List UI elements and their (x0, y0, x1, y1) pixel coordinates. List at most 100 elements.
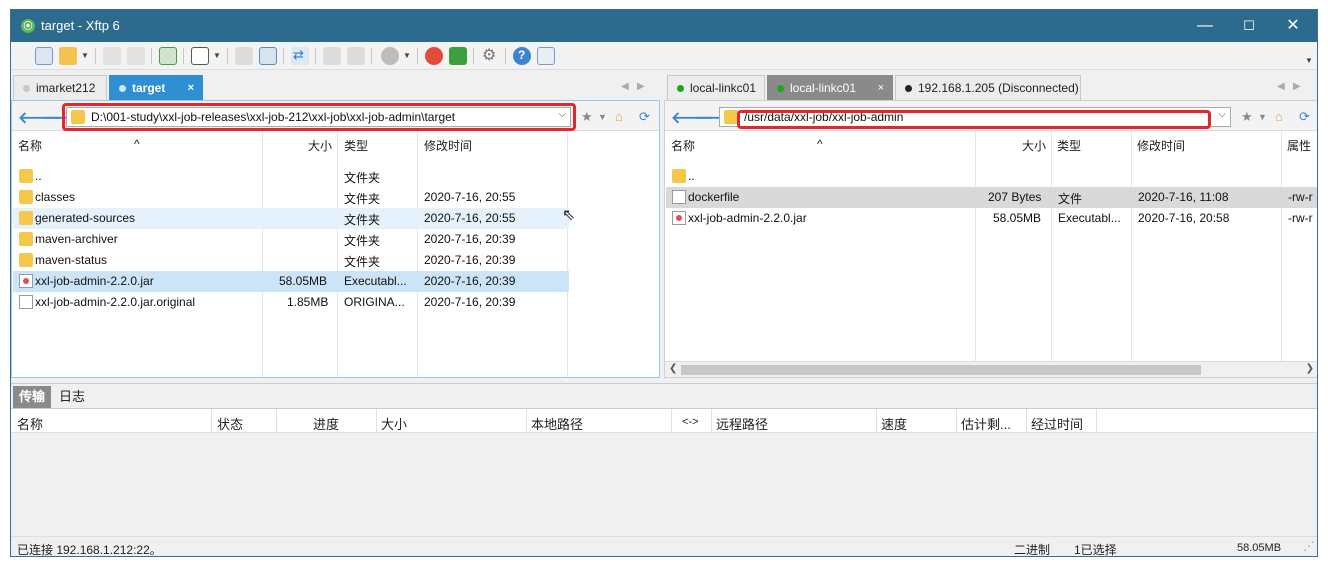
disconnect-icon[interactable] (127, 47, 145, 65)
col-progress[interactable]: 进度 (313, 414, 339, 433)
scrollbar-thumb[interactable] (681, 365, 1201, 375)
home-folder-icon[interactable]: ⌂ (615, 109, 623, 124)
file-row[interactable]: maven-status 文件夹 2020-7-16, 20:39 (13, 250, 658, 271)
chat-icon[interactable] (537, 47, 555, 65)
col-status[interactable]: 状态 (217, 414, 243, 433)
refresh-icon[interactable]: ⟳ (639, 109, 650, 125)
tab-192-168-1-205[interactable]: 192.168.1.205 (Disconnected) (895, 75, 1081, 101)
bookmark-star-icon[interactable]: ★ (1241, 109, 1253, 125)
chevron-down-icon[interactable]: ▼ (81, 51, 89, 60)
help-icon[interactable]: ? (513, 47, 531, 65)
tab-local-linkc01-active[interactable]: local-linkc01 × (767, 75, 893, 101)
chevron-down-icon[interactable]: ⌵ (1218, 109, 1226, 120)
close-tab-icon[interactable]: × (188, 76, 194, 100)
upload-icon[interactable] (235, 47, 253, 65)
connect-icon[interactable] (103, 47, 121, 65)
column-divider (711, 409, 712, 433)
download-icon[interactable] (259, 47, 277, 65)
folder-icon (724, 110, 738, 124)
col-type[interactable]: 类型 (1057, 137, 1081, 154)
close-tab-icon[interactable]: × (878, 76, 884, 100)
transfer-list[interactable] (11, 433, 1317, 536)
tab-log[interactable]: 日志 (53, 386, 91, 408)
maximize-button[interactable]: ☐ (1226, 10, 1272, 42)
new-folder-icon[interactable] (159, 47, 177, 65)
col-eta[interactable]: 估计剩... (961, 414, 1011, 433)
col-modified[interactable]: 修改时间 (1137, 137, 1185, 154)
col-local-path[interactable]: 本地路径 (531, 414, 583, 433)
bookmark-star-icon[interactable]: ★ (581, 109, 593, 125)
gear-icon[interactable]: ⚙ (481, 47, 499, 65)
open-folder-icon[interactable] (59, 47, 77, 65)
file-row[interactable]: .. 文件夹 (13, 166, 658, 187)
remote-path-input[interactable]: /usr/data/xxl-job/xxl-job-admin ⌵ (719, 107, 1231, 127)
col-name[interactable]: 名称 (17, 414, 43, 433)
chevron-down-icon[interactable]: ▼ (598, 112, 607, 122)
scroll-right-icon[interactable]: ❯ (1306, 363, 1314, 374)
file-row[interactable]: .. (666, 166, 1317, 187)
terminal-icon[interactable] (191, 47, 209, 65)
chevron-down-icon[interactable]: ▼ (213, 51, 221, 60)
folder-icon (19, 253, 33, 267)
local-path-input[interactable]: D:\001-study\xxl-job-releases\xxl-job-21… (66, 107, 571, 127)
xftp-icon[interactable] (449, 47, 467, 65)
col-attributes[interactable]: 属性 (1287, 137, 1311, 154)
file-row-selected[interactable]: xxl-job-admin-2.2.0.jar 58.05MB Executab… (13, 271, 569, 292)
chevron-down-icon[interactable]: ⌵ (558, 109, 566, 120)
folder-icon (19, 232, 33, 246)
col-name[interactable]: 名称 (671, 137, 695, 154)
file-row[interactable]: xxl-job-admin-2.2.0.jar.original 1.85MB … (13, 292, 658, 313)
col-size[interactable]: 大小 (308, 137, 332, 154)
column-divider (671, 409, 672, 433)
tab-local-linkc01[interactable]: local-linkc01 (667, 75, 765, 101)
file-row[interactable]: maven-archiver 文件夹 2020-7-16, 20:39 (13, 229, 658, 250)
copy-icon[interactable] (323, 47, 341, 65)
chevron-down-icon[interactable]: ▼ (1258, 112, 1267, 122)
file-row[interactable]: xxl-job-admin-2.2.0.jar 58.05MB Executab… (666, 208, 1317, 229)
tab-scroll-arrows[interactable]: ◀ ▶ (1277, 81, 1301, 92)
chevron-down-icon[interactable]: ▼ (403, 51, 411, 60)
column-divider (376, 409, 377, 433)
paste-icon[interactable] (347, 47, 365, 65)
xshell-icon[interactable] (425, 47, 443, 65)
left-tab-strip: imarket212 target × (13, 75, 661, 101)
status-bar: 已连接 192.168.1.212:22。 二进制 1已选择 58.05MB ⋰ (11, 536, 1317, 557)
col-elapsed[interactable]: 经过时间 (1031, 414, 1083, 433)
col-type[interactable]: 类型 (344, 137, 368, 154)
close-button[interactable]: ✕ (1270, 10, 1316, 42)
session-status-dot (23, 85, 30, 92)
tab-scroll-arrows[interactable]: ◀ ▶ (621, 81, 645, 92)
connection-status: 已连接 192.168.1.212:22。 (17, 543, 162, 557)
minimize-button[interactable]: — (1182, 10, 1228, 42)
remote-column-header: ^ 名称 大小 类型 修改时间 属性 (665, 131, 1317, 155)
home-folder-icon[interactable]: ⌂ (1275, 109, 1283, 124)
file-row-selected[interactable]: dockerfile 207 Bytes 文件 2020-7-16, 11:08… (666, 187, 1317, 208)
session-status-dot (905, 85, 912, 92)
new-session-icon[interactable] (35, 47, 53, 65)
local-path-bar: 🡐 🡒 D:\001-study\xxl-job-releases\xxl-jo… (12, 101, 659, 131)
folder-icon (71, 110, 85, 124)
col-modified[interactable]: 修改时间 (424, 137, 472, 154)
tab-target[interactable]: target × (109, 75, 203, 101)
col-size[interactable]: 大小 (381, 414, 407, 433)
resize-grip-icon[interactable]: ⋰ (1303, 539, 1315, 553)
tab-imarket212[interactable]: imarket212 (13, 75, 107, 101)
col-size[interactable]: 大小 (1022, 137, 1046, 154)
sync-icon[interactable]: ⇄ (291, 47, 309, 65)
horizontal-scrollbar[interactable]: ❮ ❯ (665, 361, 1317, 377)
col-remote-path[interactable]: 远程路径 (716, 414, 768, 433)
sort-up-icon: ^ (817, 137, 823, 151)
tab-transfer[interactable]: 传输 (13, 386, 52, 408)
toolbar-separator (151, 48, 152, 64)
col-name[interactable]: 名称 (18, 137, 42, 154)
scroll-left-icon[interactable]: ❮ (669, 363, 677, 374)
toolbar-separator (227, 48, 228, 64)
file-row[interactable]: generated-sources 文件夹 2020-7-16, 20:55 (13, 208, 569, 229)
refresh-icon[interactable]: ⟳ (1299, 109, 1310, 125)
col-speed[interactable]: 速度 (881, 414, 907, 433)
col-direction[interactable]: <-> (682, 416, 699, 428)
local-file-pane: 🡐 🡒 D:\001-study\xxl-job-releases\xxl-jo… (11, 100, 660, 378)
toolbar-separator (371, 48, 372, 64)
globe-icon[interactable] (381, 47, 399, 65)
toolbar-overflow-icon[interactable]: ▼ (1305, 56, 1313, 65)
